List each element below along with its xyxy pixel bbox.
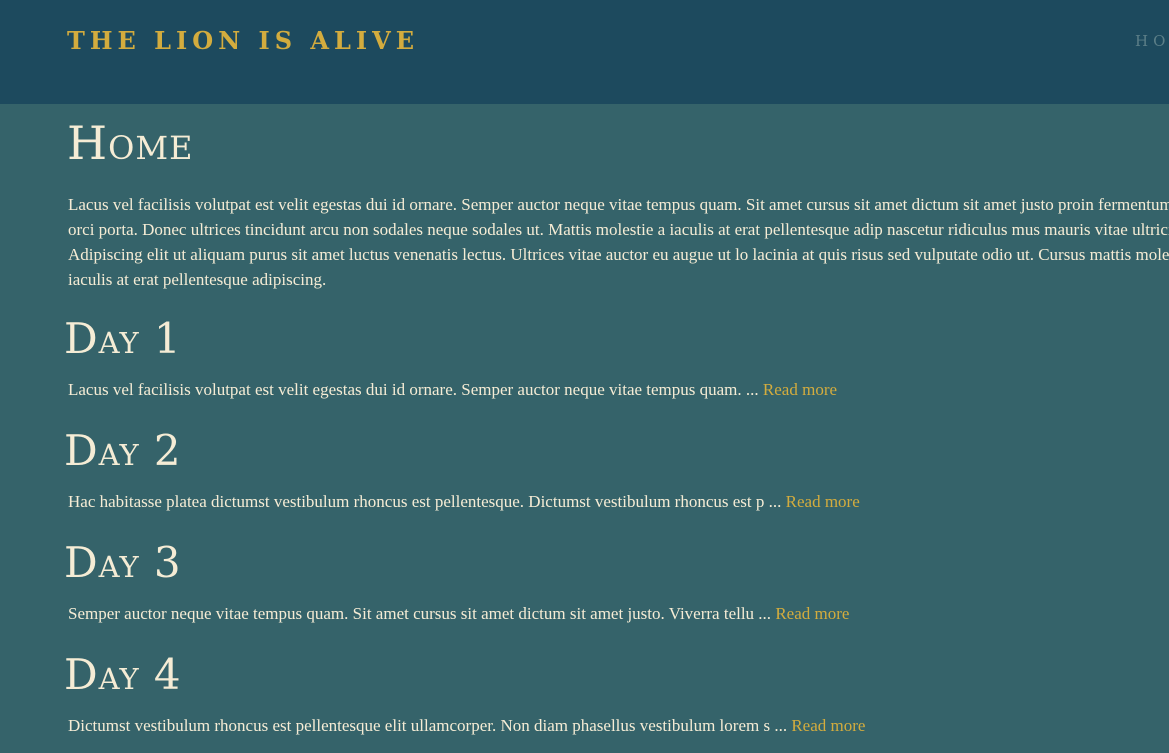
post-excerpt-text: Dictumst vestibulum rhoncus est pellente…	[68, 716, 788, 735]
read-more-link[interactable]: Read more	[775, 604, 849, 623]
post-excerpt: Hac habitasse platea dictumst vestibulum…	[68, 491, 860, 513]
post-title-day-1[interactable]: Day 1	[64, 318, 182, 360]
post-title-day-4[interactable]: Day 4	[64, 654, 182, 696]
post-excerpt: Lacus vel facilisis volutpat est velit e…	[68, 379, 837, 401]
site-header: THE LION IS ALIVE HO	[0, 0, 1169, 104]
site-title-link[interactable]: THE LION IS ALIVE	[67, 26, 419, 55]
post-title-day-2[interactable]: Day 2	[64, 430, 182, 472]
post-title-day-3[interactable]: Day 3	[64, 542, 182, 584]
main-content: Home Lacus vel facilisis volutpat est ve…	[0, 104, 1169, 753]
read-more-link[interactable]: Read more	[791, 716, 865, 735]
post-excerpt-text: Semper auctor neque vitae tempus quam. S…	[68, 604, 772, 623]
post-excerpt-text: Hac habitasse platea dictumst vestibulum…	[68, 492, 782, 511]
post-excerpt: Semper auctor neque vitae tempus quam. S…	[68, 603, 849, 625]
nav-item-home[interactable]: HO	[1135, 32, 1169, 50]
post-excerpt-text: Lacus vel facilisis volutpat est velit e…	[68, 380, 759, 399]
read-more-link[interactable]: Read more	[786, 492, 860, 511]
intro-paragraph: Lacus vel facilisis volutpat est velit e…	[68, 195, 1169, 289]
read-more-link[interactable]: Read more	[763, 380, 837, 399]
page-title: Home	[67, 116, 194, 170]
post-excerpt: Dictumst vestibulum rhoncus est pellente…	[68, 715, 865, 737]
